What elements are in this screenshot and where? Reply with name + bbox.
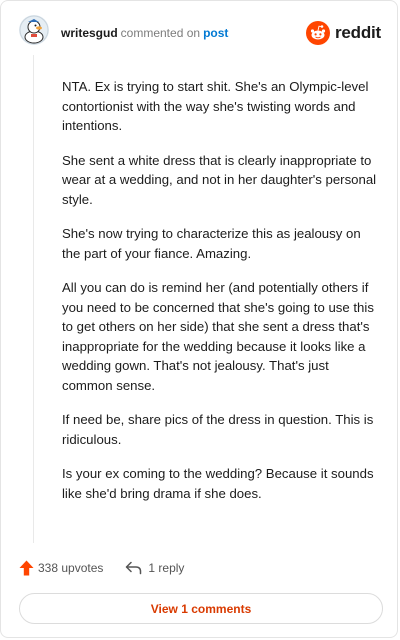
avatar[interactable] [19, 15, 49, 45]
view-comments-button[interactable]: View 1 comments [19, 593, 383, 624]
comment-paragraph: NTA. Ex is trying to start shit. She's a… [62, 79, 369, 133]
reddit-brand[interactable]: reddit [305, 20, 381, 46]
comment-card: writesgud commented on post reddit NTA. Ex… [0, 0, 398, 638]
reply-button[interactable]: 1 reply [125, 561, 184, 575]
reply-arrow-icon [126, 561, 142, 575]
comment-paragraph: Is your ex coming to the wedding? Becaus… [62, 466, 374, 501]
upvote-arrow-icon [19, 560, 34, 576]
reply-count: 1 reply [148, 561, 185, 575]
comment-paragraph: She sent a white dress that is clearly i… [62, 152, 377, 207]
header-text: writesgud commented on post [61, 26, 228, 40]
comment-action-label: commented on [120, 26, 201, 40]
comment-paragraph: She's now trying to characterize this as… [62, 226, 361, 261]
comment-footer: 338 upvotes 1 reply [19, 557, 184, 579]
reddit-snoo-icon [305, 21, 330, 45]
comment-paragraph: All you can do is remind her (and potent… [62, 280, 374, 393]
comment-body: NTA. Ex is trying to start shit. She's a… [62, 77, 380, 518]
username[interactable]: writesgud [61, 26, 118, 40]
comment-paragraph: If need be, share pics of the dress in q… [62, 412, 374, 447]
comment-header: writesgud commented on post reddit [19, 15, 383, 55]
upvote-count: 338 upvotes [38, 561, 104, 575]
upvote-button[interactable]: 338 upvotes [19, 560, 103, 576]
reddit-wordmark: reddit [334, 23, 381, 42]
thread-line [33, 55, 34, 543]
post-link[interactable]: post [203, 26, 228, 40]
